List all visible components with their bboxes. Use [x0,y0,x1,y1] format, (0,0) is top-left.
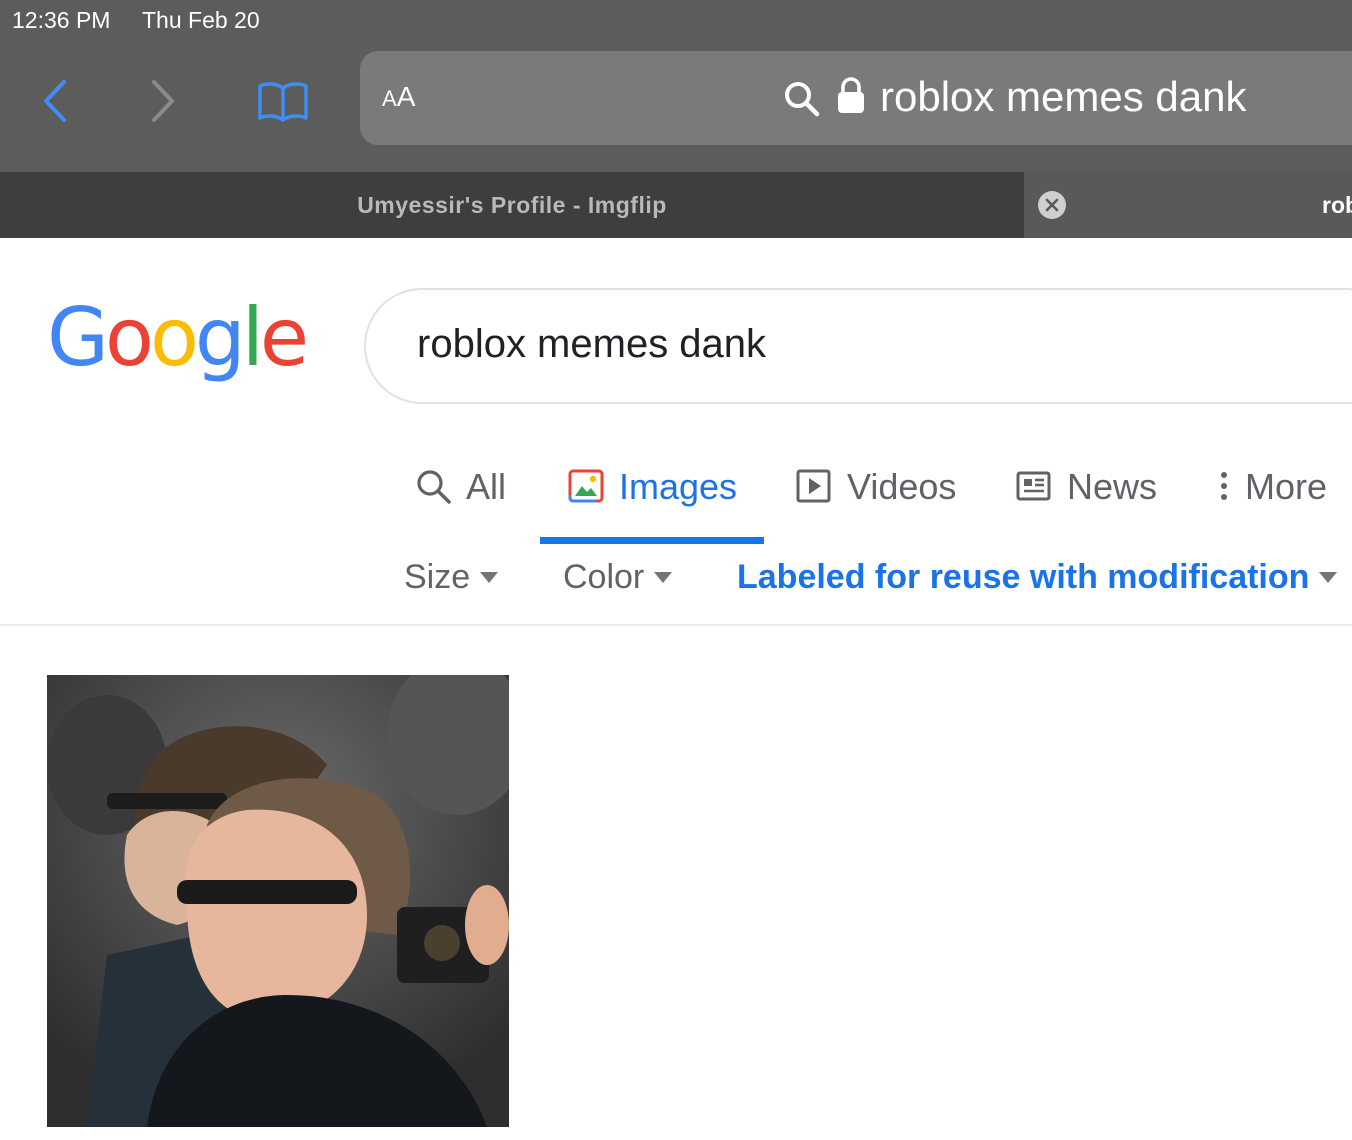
active-tab-indicator [540,537,764,544]
chevron-left-icon [44,80,66,122]
back-button[interactable] [34,76,78,126]
video-icon [796,469,831,503]
search-input[interactable]: roblox memes dank [364,288,1352,404]
book-icon [258,82,308,122]
tab-bar: Umyessir's Profile - Imgflip roblox meme… [0,172,1352,238]
usage-rights-filter[interactable]: Labeled for reuse with modification [737,558,1338,597]
bookmarks-button[interactable] [256,78,310,124]
search-icon [785,82,820,117]
size-filter[interactable]: Size [404,558,499,597]
address-text: roblox memes dank [880,73,1247,120]
google-logo[interactable]: Google [47,298,309,378]
status-time: 12:36 PM [12,7,111,33]
tab-google-search[interactable]: roblox memes dank [1024,172,1352,238]
address-bar[interactable]: AA roblox memes dank [360,51,1352,145]
chevron-right-icon [152,80,174,122]
status-date: Thu Feb 20 [142,7,260,33]
caret-down-icon [654,571,673,583]
color-filter[interactable]: Color [563,558,673,597]
search-tabs: All Images Videos News More [0,450,1352,546]
forward-button[interactable] [142,76,186,126]
close-tab-button[interactable] [1038,191,1066,219]
status-bar: 12:36 PM Thu Feb 20 [0,0,1352,40]
news-icon [1016,471,1051,501]
tab-title: roblox memes dank [1322,192,1352,218]
caret-down-icon [1319,571,1338,583]
browser-toolbar: AA roblox memes dank [0,40,1352,172]
image-icon [568,469,604,503]
close-icon [1045,198,1059,212]
more-vertical-icon [1221,472,1227,500]
reader-view-button[interactable]: AA [382,81,415,113]
search-icon [417,470,451,504]
result-photo [47,675,509,1127]
caret-down-icon [480,571,499,583]
lock-icon [838,77,864,113]
tab-imgflip[interactable]: Umyessir's Profile - Imgflip [0,172,1024,238]
filters-divider [0,624,1352,626]
image-filters: Size Color Labeled for reuse with modifi… [0,558,1352,608]
image-result[interactable] [47,675,509,1127]
search-query: roblox memes dank [417,322,767,366]
